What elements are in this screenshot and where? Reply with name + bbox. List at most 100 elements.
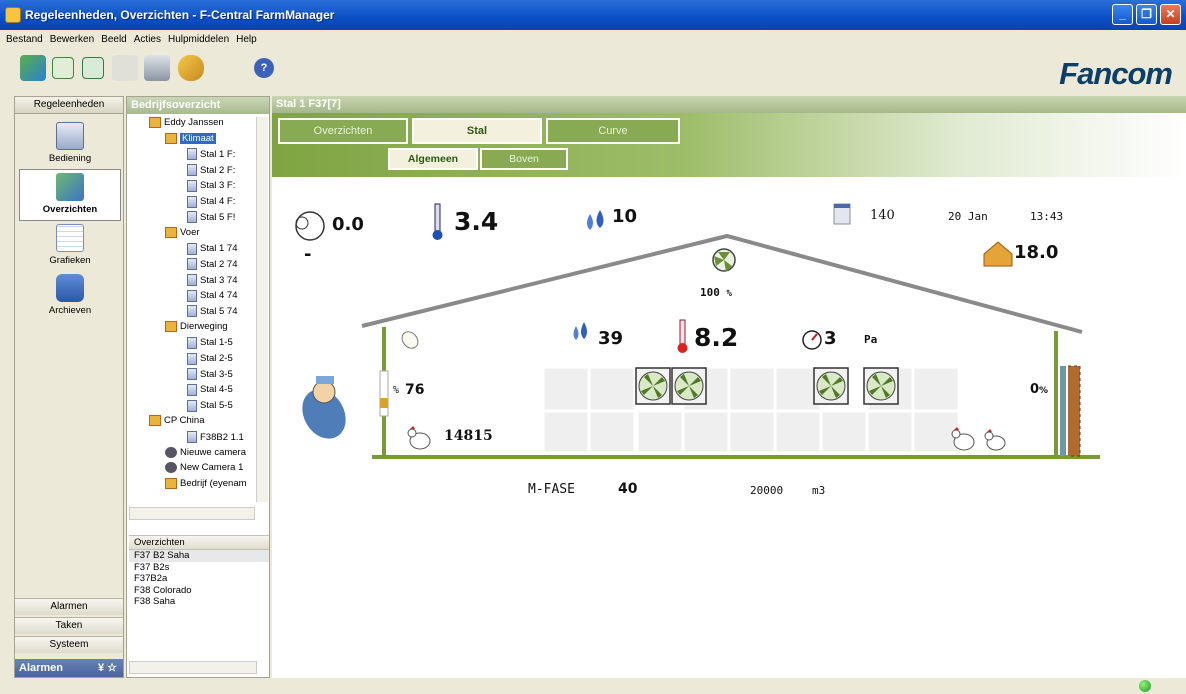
tree-node[interactable]: Klimaat	[165, 132, 216, 144]
tree-node[interactable]: Stal 3-5	[187, 368, 233, 381]
menu-bewerken[interactable]: Bewerken	[50, 34, 94, 45]
wall-fan-icon	[863, 367, 899, 405]
tree-node-label: Stal 2 74	[200, 258, 238, 270]
overview-item[interactable]: F37 B2s	[129, 562, 269, 574]
counter-icon	[833, 203, 851, 225]
tree-node-label: Stal 3 74	[200, 274, 238, 286]
inlet-level	[380, 398, 388, 408]
nav-item-label: Grafieken	[49, 255, 91, 266]
tree-node[interactable]: Bedrijf (eyenam	[165, 478, 247, 490]
menu-beeld[interactable]: Beeld	[101, 34, 127, 45]
tree-node[interactable]: Stal 2 74	[187, 258, 238, 271]
counter-value: 140	[870, 208, 895, 223]
tree-node[interactable]: Voer	[165, 226, 200, 238]
overview-icon	[56, 173, 84, 201]
stable-icon	[187, 195, 197, 208]
tree-node[interactable]: Eddy Janssen	[149, 117, 224, 128]
tree-node-label: Stal 1 74	[200, 243, 238, 255]
stable-icon	[187, 164, 197, 177]
stable-icon	[187, 383, 197, 396]
network-icon[interactable]	[20, 55, 46, 81]
menu-bestand[interactable]: Bestand	[6, 34, 43, 45]
house-icon	[165, 478, 177, 490]
nav-alarmen[interactable]: Alarmen	[15, 598, 123, 615]
print-icon[interactable]	[144, 55, 170, 81]
tree-node-label: Stal 3 F:	[200, 180, 236, 192]
control-panel-icon	[56, 122, 84, 150]
tree-node[interactable]: Nieuwe camera	[165, 446, 246, 458]
tree-node[interactable]: CP China	[149, 415, 205, 427]
tree-node[interactable]: Stal 1-5	[187, 336, 233, 349]
tree-node[interactable]: Stal 2 F:	[187, 164, 235, 177]
sync-icon[interactable]	[82, 57, 104, 79]
nav-item-grafieken[interactable]: Grafieken	[19, 221, 121, 273]
stable-icon	[187, 211, 197, 224]
house-icon	[165, 321, 177, 333]
tree-node[interactable]: Dierweging	[165, 321, 228, 333]
minimize-button[interactable]: _	[1112, 4, 1133, 25]
tree-vertical-scrollbar[interactable]	[256, 117, 268, 502]
tree-node[interactable]: Stal 1 F:	[187, 148, 235, 161]
tree-node-label: Stal 3-5	[200, 368, 233, 380]
nav-systeem[interactable]: Systeem	[15, 636, 123, 653]
menu-acties[interactable]: Acties	[134, 34, 161, 45]
house-icon	[149, 415, 161, 427]
close-button[interactable]: ✕	[1160, 4, 1181, 25]
nav-item-archieven[interactable]: Archieven	[19, 271, 121, 323]
tree-node-label: Dierweging	[180, 321, 228, 333]
pressure-value: 3	[824, 328, 837, 349]
window-titlebar[interactable]: Regeleenheden, Overzichten - F-Central F…	[0, 0, 1186, 30]
tree-node[interactable]: Stal 5 74	[187, 305, 238, 318]
maximize-button[interactable]: ❐	[1136, 4, 1157, 25]
tree-node-label: Stal 4 F:	[200, 196, 236, 207]
thermometer-icon	[432, 203, 443, 240]
refresh-icon[interactable]	[52, 57, 74, 79]
house-icon	[165, 226, 177, 238]
help-icon[interactable]: ?	[254, 58, 274, 78]
stable-icon	[187, 242, 197, 255]
camera-icon	[165, 446, 177, 458]
tree-node-label: Stal 5-5	[200, 400, 233, 412]
nav-item-label: Overzichten	[42, 204, 98, 215]
overview-item[interactable]: F37 B2 Saha	[129, 550, 269, 562]
house-temp-icon	[983, 241, 1013, 267]
tree-node[interactable]: Stal 4 74	[187, 289, 238, 302]
tree-node[interactable]: Stal 3 F:	[187, 179, 236, 192]
tree-node[interactable]: Stal 2-5	[187, 352, 233, 365]
nav-item-bediening[interactable]: Bediening	[19, 119, 121, 171]
alarm-bar[interactable]: Alarmen ¥ ☆	[15, 659, 123, 677]
tree-node[interactable]: Stal 5 F!	[187, 211, 235, 224]
outside-status-dash: -	[304, 244, 312, 265]
inside-thermometer-icon	[677, 319, 688, 353]
tree-node[interactable]: Stal 3 74	[187, 274, 238, 286]
fancom-logo: Fancom	[1059, 56, 1173, 91]
overview-item[interactable]: F37B2a	[129, 573, 269, 585]
collapse-icon[interactable]: ¥ ☆	[98, 659, 117, 677]
stable-icon	[187, 179, 197, 192]
menu-help[interactable]: Help	[236, 34, 257, 45]
volume-unit: m3	[812, 484, 826, 497]
tree-node[interactable]: Stal 1 74	[187, 242, 238, 255]
tree-node[interactable]: New Camera 1	[165, 462, 243, 474]
tree-node[interactable]: F38B2 1.1	[187, 431, 244, 443]
outside-rh-value: 0.0	[332, 214, 364, 235]
connect-icon[interactable]	[112, 55, 138, 81]
tree-node[interactable]: Stal 4-5	[187, 383, 233, 396]
nav-taken[interactable]: Taken	[15, 617, 123, 634]
tree-node[interactable]: Stal 5-5	[187, 399, 233, 412]
tree-header: Bedrijfsoverzicht	[127, 97, 269, 114]
tree-node[interactable]: Stal 4 F:	[187, 195, 236, 208]
chart-icon	[56, 224, 84, 252]
wall-fan-icon	[671, 367, 707, 405]
overview-item[interactable]: F38 Colorado	[129, 585, 269, 597]
nav-item-overzichten[interactable]: Overzichten	[19, 169, 121, 221]
inside-humidity-icon	[573, 322, 587, 340]
tree-horizontal-scrollbar[interactable]	[129, 507, 255, 520]
overview-item[interactable]: F38 Saha	[129, 596, 269, 608]
keys-icon[interactable]	[178, 55, 204, 81]
tree-node-label: Nieuwe camera	[180, 446, 246, 458]
menu-hulpmiddelen[interactable]: Hulpmiddelen	[168, 34, 229, 45]
window-title: Regeleenheden, Overzichten - F-Central F…	[25, 8, 335, 22]
chicken-icon	[407, 426, 431, 450]
list-horizontal-scrollbar[interactable]	[129, 661, 257, 674]
